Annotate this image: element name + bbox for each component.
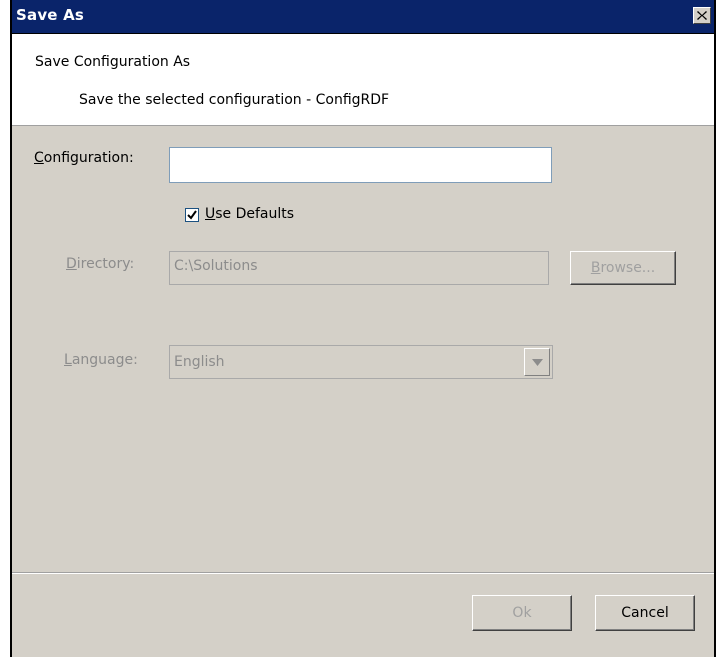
use-defaults-label[interactable]: Use Defaults	[205, 206, 294, 222]
window-title: Save As	[16, 6, 85, 24]
language-selected-value: English	[174, 354, 225, 370]
chevron-down-icon	[532, 359, 543, 366]
configuration-input[interactable]	[169, 147, 552, 183]
footer-separator	[12, 572, 714, 574]
browse-label-text: rowse...	[600, 260, 656, 276]
use-defaults-checkbox[interactable]	[185, 208, 199, 222]
language-label-text: anguage:	[71, 352, 138, 368]
use-defaults-label-text: se Defaults	[215, 206, 295, 222]
close-icon	[697, 11, 707, 20]
configuration-label-text: onfiguration:	[43, 150, 134, 166]
language-select[interactable]: English	[169, 345, 553, 379]
language-label: Language:	[64, 352, 138, 368]
browse-button[interactable]: Browse...	[570, 251, 676, 285]
browse-label-hotkey: B	[590, 260, 601, 276]
language-dropdown-button[interactable]	[524, 348, 550, 376]
header-description: Save the selected configuration - Config…	[79, 92, 390, 108]
directory-label-hotkey: D	[66, 256, 77, 272]
directory-label: Directory:	[66, 256, 134, 272]
close-button[interactable]	[693, 7, 711, 24]
dialog-header: Save Configuration As Save the selected …	[12, 34, 714, 126]
directory-label-text: irectory:	[76, 256, 135, 272]
configuration-label-hotkey: C	[34, 150, 44, 166]
save-as-dialog: Save As Save Configuration As Save the s…	[10, 0, 716, 657]
use-defaults-label-hotkey: U	[205, 206, 216, 222]
header-title: Save Configuration As	[35, 54, 191, 70]
ok-button[interactable]: Ok	[472, 595, 572, 631]
directory-input[interactable]: C:\Solutions	[169, 251, 549, 285]
cancel-button[interactable]: Cancel	[595, 595, 695, 631]
title-bar[interactable]: Save As	[12, 0, 714, 34]
configuration-label: Configuration:	[34, 150, 134, 166]
language-label-hotkey: L	[64, 352, 72, 368]
checkmark-icon	[187, 210, 197, 220]
